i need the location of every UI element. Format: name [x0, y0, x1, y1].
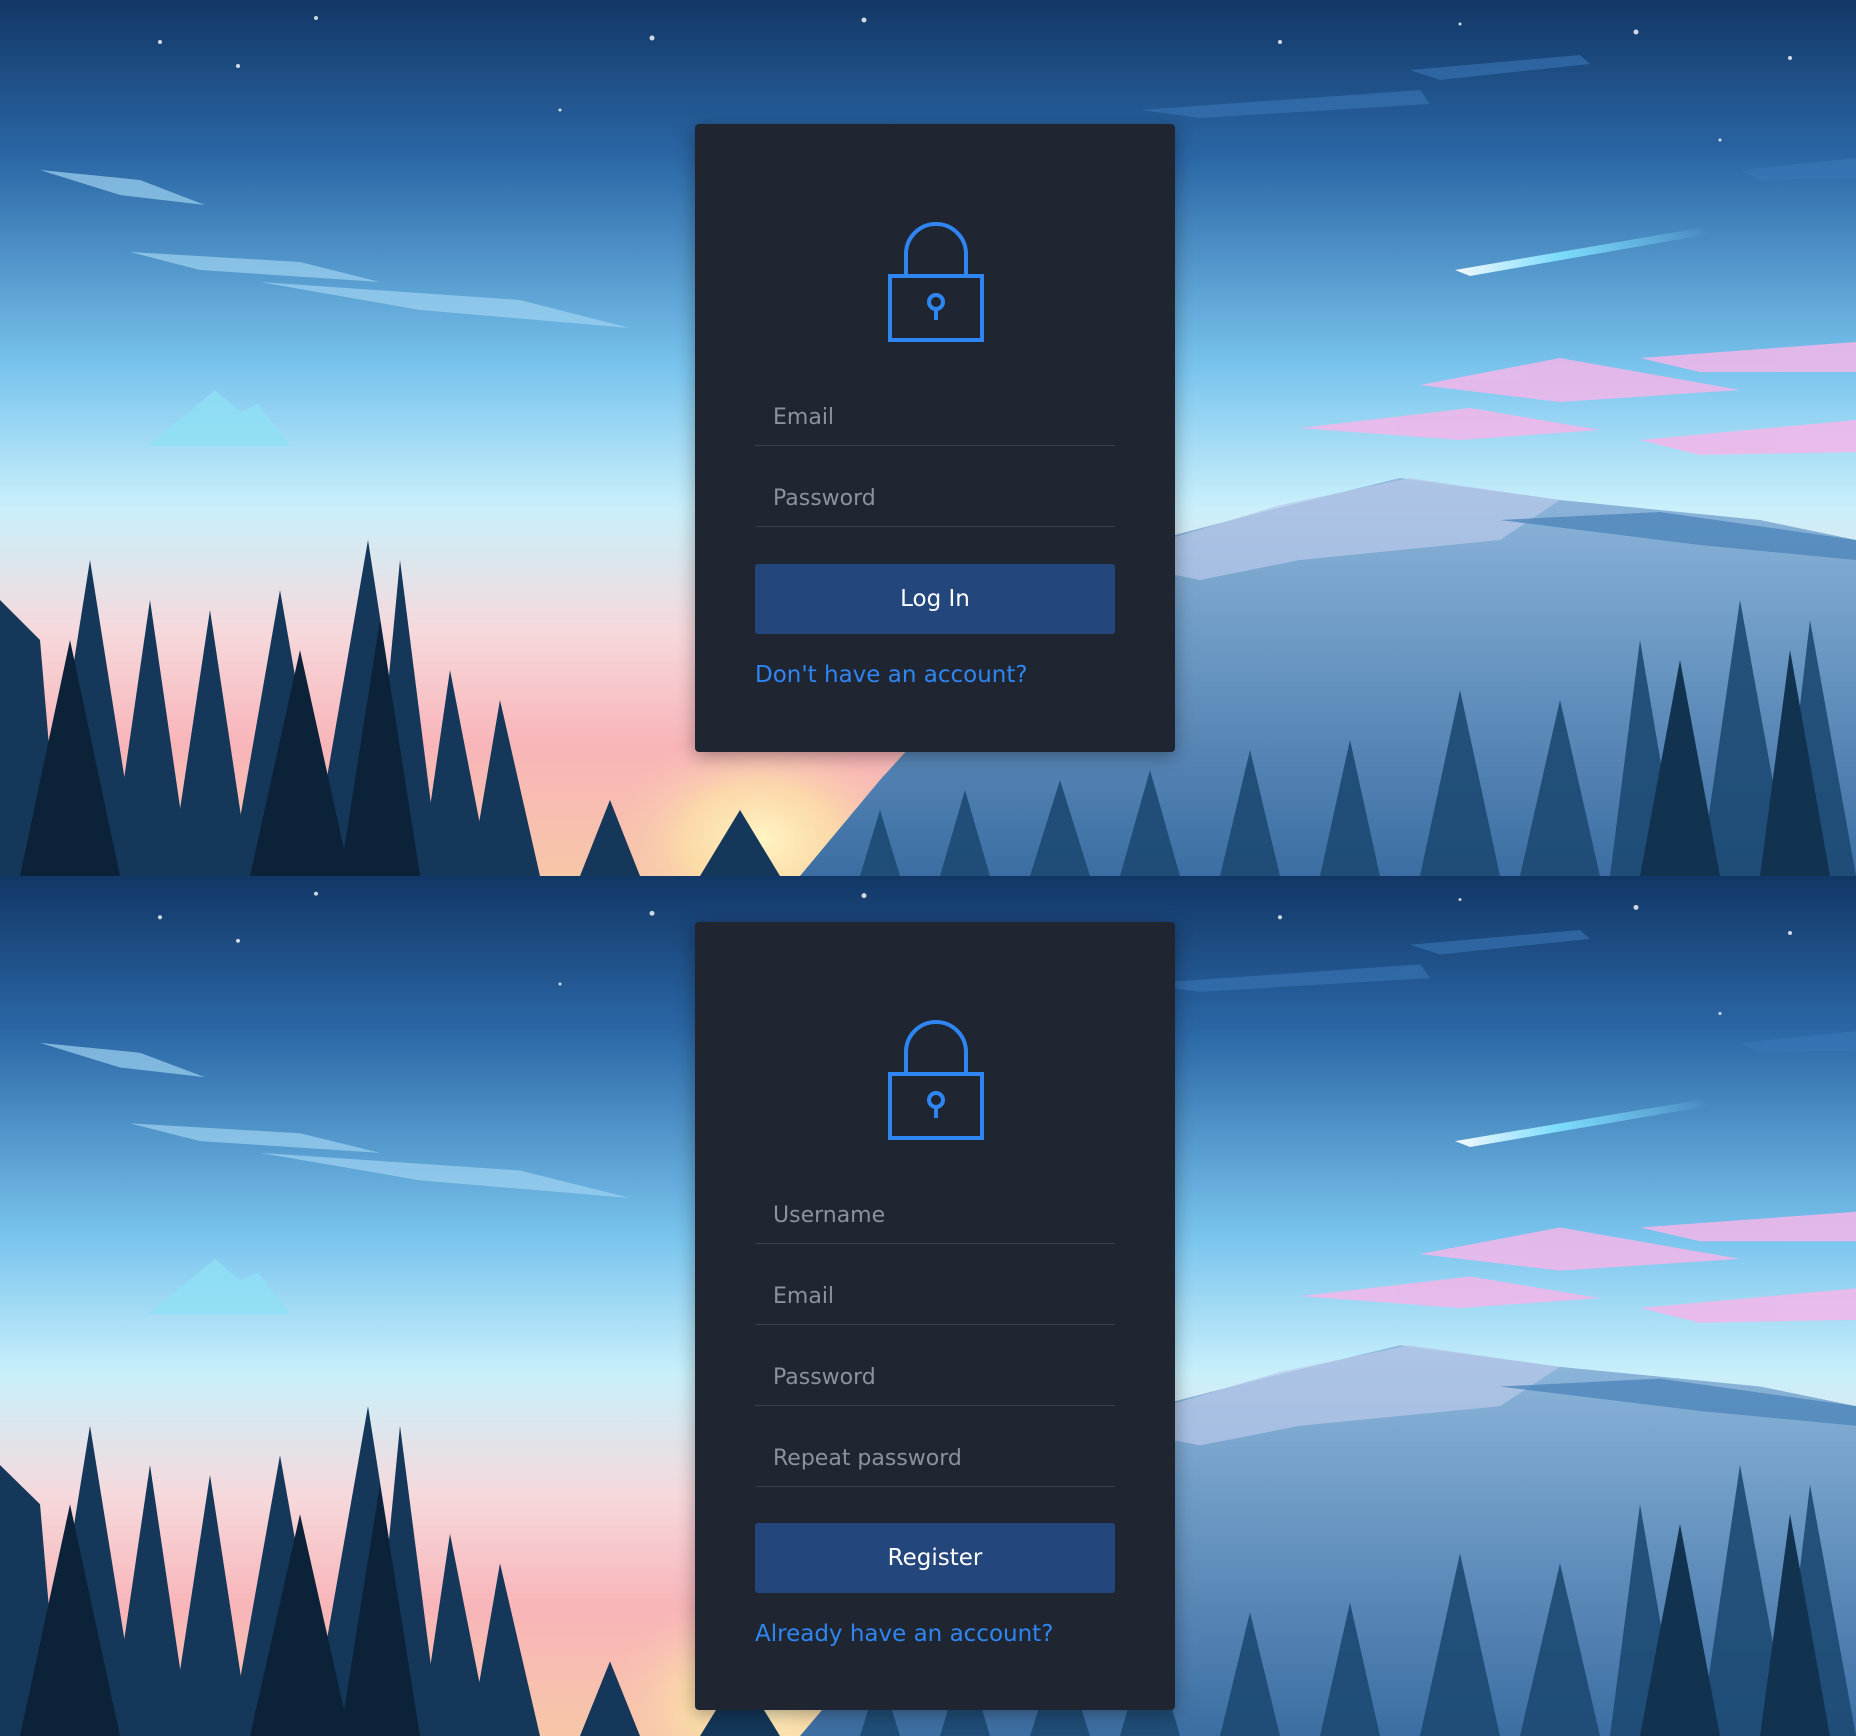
password-field[interactable]	[755, 471, 1115, 527]
login-link[interactable]: Already have an account?	[755, 1621, 1053, 1647]
register-link[interactable]: Don't have an account?	[755, 662, 1028, 688]
lock-icon	[888, 1020, 984, 1140]
login-screen: Log In Don't have an account?	[0, 0, 1856, 876]
password-input[interactable]	[755, 471, 1115, 526]
password-input[interactable]	[755, 1350, 1115, 1405]
register-card: Register Already have an account?	[695, 922, 1175, 1710]
repeat-password-field[interactable]	[755, 1431, 1115, 1487]
email-field[interactable]	[755, 390, 1115, 446]
register-screen: Register Already have an account?	[0, 876, 1856, 1736]
email-field[interactable]	[755, 1269, 1115, 1325]
username-input[interactable]	[755, 1188, 1115, 1243]
repeat-password-input[interactable]	[755, 1431, 1115, 1486]
login-button[interactable]: Log In	[755, 564, 1115, 634]
login-card: Log In Don't have an account?	[695, 124, 1175, 752]
password-field[interactable]	[755, 1350, 1115, 1406]
username-field[interactable]	[755, 1188, 1115, 1244]
email-input[interactable]	[755, 390, 1115, 445]
email-input[interactable]	[755, 1269, 1115, 1324]
lock-icon	[888, 222, 984, 342]
register-button[interactable]: Register	[755, 1523, 1115, 1593]
